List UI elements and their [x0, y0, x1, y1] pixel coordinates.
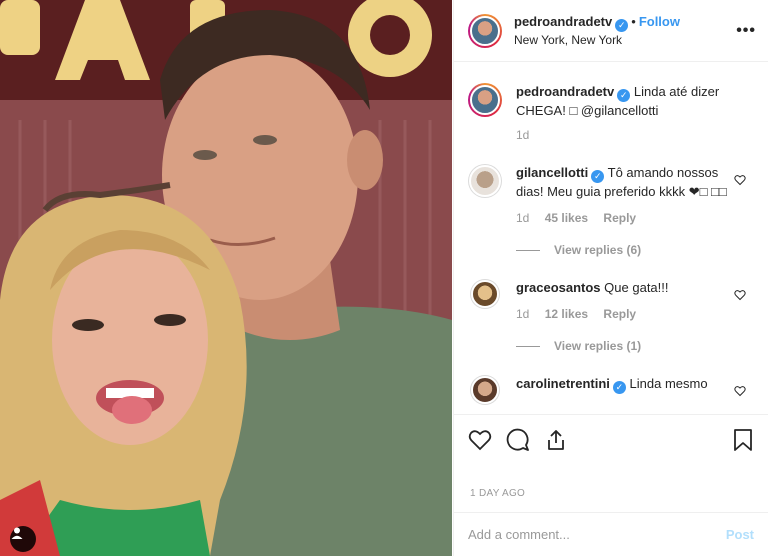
commenter-avatar[interactable] — [470, 279, 500, 309]
view-replies-label[interactable]: View replies (6) — [554, 243, 641, 257]
post-photo[interactable] — [0, 0, 452, 556]
caption-avatar[interactable] — [468, 83, 502, 117]
separator-dot: • — [631, 13, 636, 29]
replies-divider — [516, 345, 540, 347]
user-icon — [11, 527, 23, 539]
commenter-username[interactable]: gilancellotti — [516, 165, 588, 180]
follow-button[interactable]: Follow — [639, 14, 680, 29]
commenter-username[interactable]: graceosantos — [516, 280, 601, 295]
add-comment-bar: Post — [454, 512, 768, 556]
post-side-panel: pedroandradetv ✓ • Follow New York, New Yor… — [453, 0, 768, 556]
verified-badge-icon: ✓ — [617, 89, 631, 102]
like-comment-heart-icon[interactable] — [734, 174, 746, 186]
verified-badge-icon: ✓ — [612, 381, 626, 394]
comment-item: gilancellotti ✓ Tô amando nossos dias! Me… — [468, 164, 754, 227]
comment-text: Linda mesmo — [629, 376, 708, 391]
more-options-icon[interactable]: ••• — [736, 22, 756, 40]
comment-text: Que gata!!! — [604, 280, 669, 295]
commenter-avatar[interactable] — [468, 164, 502, 198]
comments-list[interactable]: pedroandradetv ✓ Linda até dizer CHEGA! □… — [454, 63, 768, 414]
comment-likes[interactable]: 12 likes — [545, 307, 588, 321]
replies-divider — [516, 249, 540, 251]
comment-item: graceosantos Que gata!!! 1d 12 likes Rep… — [468, 279, 754, 323]
post-action-bar — [454, 414, 768, 464]
like-heart-icon[interactable] — [468, 428, 492, 452]
view-replies-button[interactable]: View replies (6) — [516, 243, 754, 257]
photo-illustration — [0, 0, 452, 556]
caption-username[interactable]: pedroandradetv — [516, 84, 614, 99]
share-icon[interactable] — [544, 428, 568, 452]
commenter-avatar[interactable] — [470, 375, 500, 405]
post-header: pedroandradetv ✓ • Follow New York, New Yor… — [454, 0, 768, 62]
view-replies-label[interactable]: View replies (1) — [554, 339, 641, 353]
post-timestamp[interactable]: 1 DAY AGO — [470, 488, 525, 499]
caption: pedroandradetv ✓ Linda até dizer CHEGA! □… — [468, 83, 754, 144]
reply-button[interactable]: Reply — [603, 307, 636, 321]
view-replies-button[interactable]: View replies (1) — [516, 339, 754, 353]
comment-input[interactable] — [468, 527, 726, 542]
comment-likes[interactable]: 45 likes — [545, 211, 588, 225]
bookmark-icon[interactable] — [732, 428, 754, 452]
post-comment-button[interactable]: Post — [726, 527, 754, 542]
reply-button[interactable]: Reply — [603, 211, 636, 225]
author-avatar[interactable] — [468, 13, 502, 48]
post-location[interactable]: New York, New York — [514, 32, 736, 48]
commenter-username[interactable]: carolinetrentini — [516, 376, 610, 391]
like-comment-heart-icon[interactable] — [734, 385, 746, 397]
caption-time[interactable]: 1d — [516, 128, 529, 142]
author-username[interactable]: pedroandradetv — [514, 14, 612, 29]
tagged-user-button[interactable] — [10, 526, 36, 552]
comment-item: carolinetrentini ✓ Linda mesmo — [468, 375, 754, 405]
comment-bubble-icon[interactable] — [506, 428, 530, 452]
like-comment-heart-icon[interactable] — [734, 289, 746, 301]
comment-time[interactable]: 1d — [516, 307, 529, 321]
verified-badge-icon: ✓ — [591, 170, 605, 183]
verified-badge-icon: ✓ — [615, 18, 629, 32]
comment-time[interactable]: 1d — [516, 211, 529, 225]
